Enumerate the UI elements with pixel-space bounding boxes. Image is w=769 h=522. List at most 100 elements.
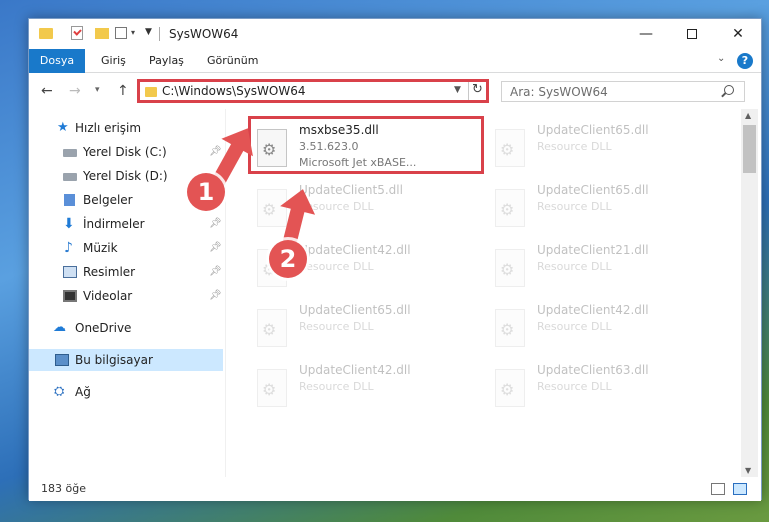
up-arrow-icon[interactable]: ↑ [117,83,129,99]
nav-item-music[interactable]: ♪ Müzik 📌︎ [29,237,223,259]
customize-quick-access-icon[interactable]: ▼ [145,27,152,43]
file-tile[interactable]: ⚙ UpdateClient42.dll Resource DLL [489,299,725,357]
file-version: 3.51.623.0 [299,140,359,153]
window-title: SysWOW64 [169,27,239,41]
file-description: Microsoft Jet xBASE... [299,156,417,169]
folder-icon [39,28,53,39]
file-description: Resource DLL [299,320,374,333]
file-list: ⚙ msxbse35.dll 3.51.623.0 Microsoft Jet … [229,109,739,477]
file-tile[interactable]: ⚙ UpdateClient65.dll Resource DLL [489,179,725,237]
scroll-thumb[interactable] [743,125,756,173]
close-button[interactable]: ✕ [715,19,761,49]
pin-icon[interactable]: 📌︎ [209,285,222,307]
tab-file[interactable]: Dosya [29,49,85,73]
gear-icon: ⚙ [500,380,515,399]
nav-item-onedrive[interactable]: ☁ OneDrive [29,317,223,339]
rename-icon[interactable] [115,27,127,39]
search-input[interactable]: Ara: SysWOW64 [501,81,745,102]
recent-locations-icon[interactable]: ▾ [95,85,100,95]
step-2-badge: 2 [269,240,307,278]
dll-file-icon: ⚙ [257,369,287,407]
qa-caret-icon[interactable]: ▾ [131,28,135,44]
nav-item-label: Yerel Disk (D:) [83,169,168,183]
tab-view[interactable]: Görünüm [195,49,270,73]
download-arrow-icon: ⬇ [63,216,75,232]
file-tile[interactable]: ⚙ UpdateClient63.dll Resource DLL [489,359,725,417]
search-icon[interactable] [724,85,734,95]
file-tile[interactable]: ⚙ UpdateClient21.dll Resource DLL [489,239,725,297]
help-icon[interactable]: ? [737,53,753,69]
file-description: Resource DLL [537,200,612,213]
scroll-down-icon[interactable]: ▼ [745,466,751,475]
file-name: UpdateClient65.dll [299,303,411,317]
dll-file-icon: ⚙ [495,369,525,407]
nav-item-label: Hızlı erişim [75,121,142,135]
large-icons-view-icon[interactable] [733,483,747,495]
tab-home[interactable]: Giriş [89,49,138,73]
pin-icon[interactable]: 📌︎ [209,213,222,235]
expand-ribbon-icon[interactable]: ⌄ [717,53,725,64]
pin-icon[interactable]: 📌︎ [209,261,222,283]
file-description: Resource DLL [537,380,612,393]
navigation-pane: ★ Hızlı erişim Yerel Disk (C:) 📌︎ Yerel … [29,109,225,477]
computer-icon [55,354,69,366]
nav-item-quick-access[interactable]: ★ Hızlı erişim [29,117,223,139]
file-description: Resource DLL [299,260,374,273]
documents-icon [64,194,75,206]
pin-icon[interactable]: 📌︎ [209,237,222,259]
details-view-icon[interactable] [711,483,725,495]
tab-share[interactable]: Paylaş [137,49,196,73]
nav-item-this-pc[interactable]: Bu bilgisayar [29,349,223,371]
dll-file-icon: ⚙ [257,309,287,347]
disk-icon [63,149,77,157]
file-tile[interactable]: ⚙ UpdateClient65.dll Resource DLL [489,119,725,177]
file-name: UpdateClient65.dll [537,123,649,137]
minimize-button[interactable]: — [623,19,669,49]
nav-item-pictures[interactable]: Resimler 📌︎ [29,261,223,283]
file-description: Resource DLL [299,380,374,393]
nav-item-local-disk-c[interactable]: Yerel Disk (C:) 📌︎ [29,141,223,163]
network-icon: ⛭ [54,384,65,399]
scroll-up-icon[interactable]: ▲ [745,111,751,120]
nav-item-label: OneDrive [75,321,132,335]
back-arrow-icon[interactable]: ← [41,83,53,99]
maximize-button[interactable] [669,19,715,49]
nav-item-videos[interactable]: Videolar 📌︎ [29,285,223,307]
file-description: Resource DLL [537,260,612,273]
address-divider [468,82,469,100]
vertical-scrollbar[interactable]: ▲ ▼ [741,109,758,477]
file-name: UpdateClient42.dll [299,243,411,257]
search-placeholder: Ara: SysWOW64 [510,85,608,99]
gear-icon: ⚙ [262,140,277,159]
item-count: 183 öğe [41,482,86,495]
gear-icon: ⚙ [500,140,515,159]
new-folder-icon[interactable] [95,28,109,39]
title-divider [159,27,160,41]
nav-item-label: Yerel Disk (C:) [83,145,167,159]
gear-icon: ⚙ [500,320,515,339]
refresh-icon[interactable]: ↻ [472,82,483,97]
folder-icon [145,87,157,97]
ribbon-tabs: Dosya Giriş Paylaş Görünüm ⌄ ? [29,49,761,73]
file-description: Resource DLL [537,140,612,153]
dll-file-icon: ⚙ [495,309,525,347]
status-bar: 183 öğe [29,477,761,501]
nav-item-downloads[interactable]: ⬇ İndirmeler 📌︎ [29,213,223,235]
file-tile-msxbse35[interactable]: ⚙ msxbse35.dll 3.51.623.0 Microsoft Jet … [248,116,484,174]
file-name: UpdateClient42.dll [537,303,649,317]
forward-arrow-icon[interactable]: → [69,83,81,99]
address-path[interactable]: C:\Windows\SysWOW64 [162,84,306,98]
nav-item-network[interactable]: ⛭ Ağ [29,381,223,403]
pin-icon[interactable]: 📌︎ [209,141,222,163]
gear-icon: ⚙ [500,200,515,219]
file-tile[interactable]: ⚙ UpdateClient65.dll Resource DLL [251,299,487,357]
file-tile[interactable]: ⚙ UpdateClient42.dll Resource DLL [251,359,487,417]
address-dropdown-icon[interactable]: ▼ [454,85,461,95]
properties-check-icon[interactable] [71,26,83,40]
title-bar: ▾ ▼ SysWOW64 — ✕ [29,19,761,49]
nav-item-label: Resimler [83,265,136,279]
file-name: UpdateClient42.dll [299,363,411,377]
nav-item-label: Bu bilgisayar [75,353,153,367]
nav-item-label: Belgeler [83,193,133,207]
address-bar[interactable]: C:\Windows\SysWOW64 ▼ ↻ [137,79,489,103]
